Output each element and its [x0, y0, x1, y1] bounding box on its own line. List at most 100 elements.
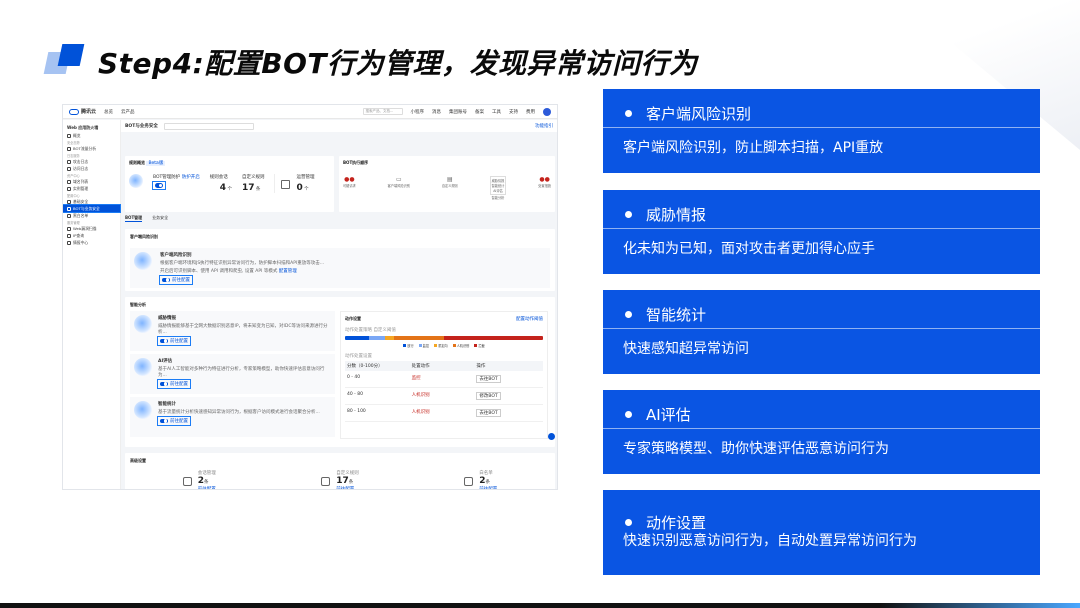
console-search-input[interactable]: 搜索产品、文档...	[362, 108, 403, 115]
action-config-link[interactable]: 配置动作阈值	[516, 316, 543, 322]
flow-step: ●● 处置措施	[538, 176, 551, 188]
client-risk-toggle[interactable]	[162, 277, 170, 283]
legend-swatch	[434, 344, 438, 347]
smart-item-toggle-label[interactable]: 前往配置	[170, 381, 188, 387]
smart-item-toggle-label[interactable]: 前往配置	[170, 338, 188, 344]
sidebar-item-icon	[67, 206, 71, 211]
floating-help-icon[interactable]	[548, 433, 555, 440]
bullet-dot-icon	[625, 311, 632, 318]
client-risk-item-title: 客户端风险识别	[160, 253, 192, 258]
smart-analysis-item: AI评估 基于AI人工智能对多种行为特征进行分析，专家策略模型，助你快速评估恶意访…	[130, 354, 335, 394]
smart-analysis-title: 智能分析	[130, 302, 146, 307]
smart-item-toggle[interactable]	[160, 418, 168, 424]
panel-heading: 客户端风险识别	[625, 103, 751, 124]
sidebar-item[interactable]: 访问日志	[67, 165, 116, 172]
bot-flow-card: BOT执行顺序 ●● 可疑请求 ▭ 客户端风险识别 ▤ 自定义规则 威胁情报 智能统计 A…	[339, 156, 555, 212]
sidebar-item-label: 攻击日志	[73, 158, 89, 164]
topbar-miniprogram[interactable]: 小程序	[411, 109, 425, 115]
row-action-button[interactable]: 去往BOT	[476, 375, 501, 383]
rule-overview-title: 规则概览	[129, 160, 145, 165]
action-sub: 动作处置策略	[345, 328, 372, 333]
client-risk-link[interactable]: 配置管理	[279, 269, 297, 274]
sidebar-item-icon	[67, 233, 71, 238]
panel-desc: 客户端风险识别，防止脚本扫描，API重放	[623, 140, 884, 156]
sidebar-item[interactable]: BOT流量分析	[67, 145, 116, 152]
row-action-button[interactable]: 修改BOT	[476, 392, 501, 400]
client-risk-card: 客户端风险识别 客户端风险识别 根据客户端环境和JS执行特征识别异常访问行为，防…	[125, 229, 555, 291]
sidebar-item[interactable]: 域名列表	[67, 178, 116, 185]
user-avatar[interactable]	[543, 107, 551, 116]
sidebar-item[interactable]: Web漏洞扫描	[67, 225, 116, 232]
sidebar-item-icon	[67, 146, 71, 151]
sidebar-item[interactable]: BOT与业务安全	[63, 204, 121, 213]
advanced-title: 高级设置	[130, 458, 146, 463]
legend-swatch	[403, 344, 407, 347]
sidebar-item[interactable]: 基础安全	[67, 198, 116, 205]
title-logo-mark	[43, 44, 86, 74]
sidebar-item[interactable]: 攻击日志	[67, 158, 116, 165]
action-cell: 人机识别	[411, 410, 430, 415]
console-main: BOT与业务安全 功能指引 规则概览 Beta版 BOT管理防护 防护开启 规则…	[121, 120, 557, 489]
panel-divider	[603, 127, 1040, 128]
bar-segment	[345, 336, 369, 340]
guide-link[interactable]: 功能指引	[535, 123, 553, 129]
legend-item: 监控	[418, 343, 429, 348]
smart-item-toggle-label[interactable]: 前往配置	[170, 418, 188, 424]
sidebar-item[interactable]: IP查询	[67, 232, 116, 239]
advanced-item-icon	[182, 476, 192, 486]
console-brand[interactable]: 腾讯云	[69, 108, 96, 115]
client-risk-toggle-wrap: 前往配置	[159, 275, 193, 285]
page-title: BOT与业务安全	[125, 124, 158, 129]
topbar-messages[interactable]: 消息	[432, 109, 441, 115]
smart-item-title: 智能统计	[158, 402, 176, 407]
smart-item-toggle-wrap: 前往配置	[157, 416, 191, 426]
sidebar-item[interactable]: 概览	[67, 132, 116, 139]
topbar-billing[interactable]: 费用	[526, 109, 535, 115]
sidebar-list: 概览 安全态势 BOT流量分析 日志服务 攻击日志 访问日志 资产中心 域名列表 实例管理 配置中…	[63, 132, 121, 246]
client-risk-toggle-label[interactable]: 前往配置	[172, 277, 190, 283]
bullet-dot-icon	[625, 519, 632, 526]
smart-item-toggle[interactable]	[160, 338, 168, 344]
row-action-button[interactable]: 去往BOT	[476, 409, 501, 417]
action-title: 动作设置	[345, 316, 361, 321]
advanced-item-link[interactable]: 前往配置	[336, 486, 359, 489]
smart-item-toggle[interactable]	[160, 381, 168, 387]
sidebar-item-icon	[67, 159, 71, 164]
instance-select[interactable]	[163, 122, 254, 130]
panel-desc: 快速感知超异常访问	[623, 341, 749, 357]
topbar-group-account[interactable]: 集团账号	[449, 109, 467, 115]
panel-heading: AI评估	[625, 404, 691, 425]
bar-legend: 放行 监控 重定向 人机识别 拦截	[345, 343, 543, 348]
sidebar-item-label: 域名列表	[73, 178, 89, 184]
protect-status: 防护开启	[181, 175, 200, 180]
topbar-support[interactable]: 支持	[509, 109, 518, 115]
feature-panel: 动作设置 快速识别恶意访问行为，自动处置异常访问行为	[603, 490, 1040, 575]
nav-products[interactable]: 云产品	[121, 109, 135, 115]
sidebar-item-label: IP查询	[73, 232, 85, 238]
protect-toggle-wrap	[152, 181, 166, 190]
advanced-item-value: 17	[336, 476, 349, 486]
flow-step: 威胁情报 智能统计 AI评估 智能分析	[489, 176, 507, 200]
bot-flow-title: BOT执行顺序	[343, 160, 369, 165]
nav-overview[interactable]: 总览	[104, 109, 113, 115]
tab-bot-management[interactable]: BOT管理	[125, 215, 143, 222]
topbar-icp[interactable]: 备案	[475, 109, 484, 115]
advanced-item-link[interactable]: 前往配置	[198, 486, 216, 489]
score-range: 80 - 100	[347, 409, 366, 414]
sidebar-item[interactable]: 情报中心	[67, 239, 116, 246]
page-header: BOT与业务安全 功能指引	[121, 120, 557, 132]
custom-unit: 条	[255, 187, 261, 192]
bullet-dot-icon	[625, 211, 632, 218]
protect-toggle[interactable]	[155, 183, 163, 188]
session-label: 规则会话	[209, 175, 228, 180]
sidebar-item[interactable]: 黑白名单	[67, 212, 116, 219]
topbar-tools[interactable]: 工具	[492, 109, 501, 115]
action-table-header: 分数（0-100分） 处置动作 操作	[345, 361, 543, 371]
panel-divider	[603, 328, 1040, 329]
tab-business-security[interactable]: 业务安全	[152, 215, 168, 222]
smart-item-toggle-wrap: 前往配置	[157, 379, 191, 389]
advanced-item-link[interactable]: 前往配置	[479, 486, 497, 489]
bullet-dot-icon	[625, 110, 632, 117]
tab-bar: BOT管理 业务安全	[125, 215, 168, 222]
sidebar-item[interactable]: 实例管理	[67, 185, 116, 192]
